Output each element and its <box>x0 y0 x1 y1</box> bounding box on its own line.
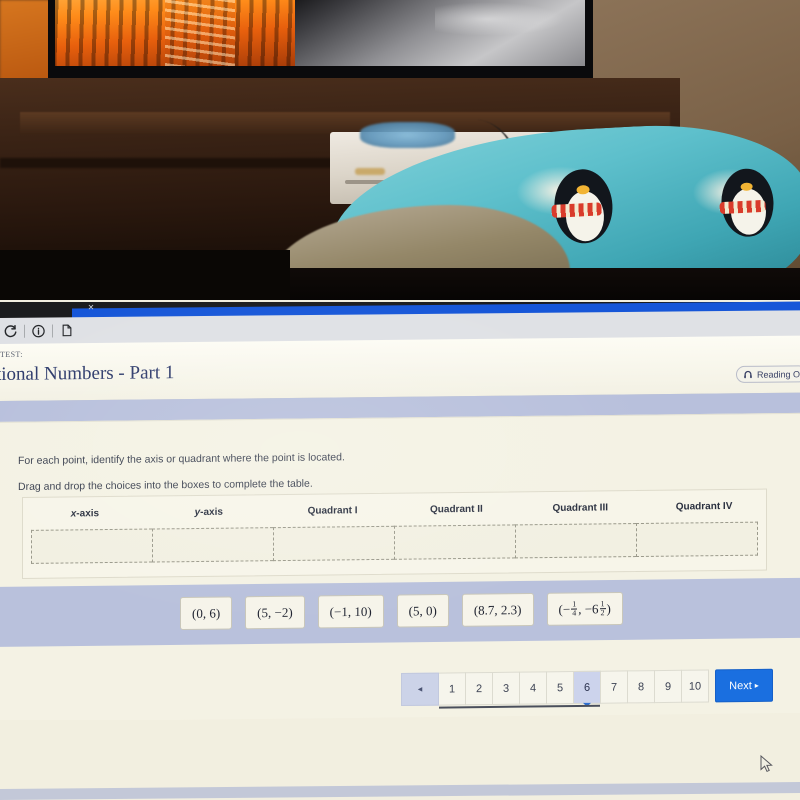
classification-table: x-axis y-axis Quadrant I Quadrant II Quadran… <box>22 488 767 579</box>
pagination-page-1[interactable]: 1 <box>439 672 466 706</box>
pagination-page-3[interactable]: 3 <box>493 671 520 705</box>
table-column-header: y-axis <box>194 506 223 518</box>
tv-screen <box>55 0 585 66</box>
table-dropzone[interactable] <box>515 523 636 559</box>
close-icon[interactable]: ✕ <box>86 303 96 313</box>
pagination-page-5[interactable]: 5 <box>547 671 574 705</box>
table-dropzone[interactable] <box>152 527 273 563</box>
photo-left-shadow <box>0 250 290 300</box>
chevron-right-icon: ▸ <box>754 680 759 690</box>
choice-chip[interactable]: (8.7, 2.3) <box>461 592 534 627</box>
choice-chip[interactable]: (5, −2) <box>245 595 305 630</box>
choice-chip[interactable]: (0, 6) <box>180 596 233 630</box>
mouse-pointer <box>760 754 774 773</box>
table-dropzone[interactable] <box>394 524 515 560</box>
table-column-header: Quadrant III <box>552 501 608 514</box>
pagination: ◂ 1 2 3 4 5 6 7 8 9 10 Next ▸ <box>401 668 773 709</box>
page-icon[interactable] <box>58 322 75 339</box>
pagination-page-7[interactable]: 7 <box>601 670 628 704</box>
pagination-page-2[interactable]: 2 <box>466 671 493 706</box>
info-icon[interactable] <box>30 322 47 339</box>
pagination-page-4[interactable]: 4 <box>520 671 547 705</box>
table-dropzone[interactable] <box>273 525 394 562</box>
table-column-header: x-axis <box>70 507 100 519</box>
table-column-header: Quadrant II <box>430 503 483 515</box>
room-photo <box>0 0 800 300</box>
table-column-header: Quadrant IV <box>675 500 733 513</box>
browser-toolbar-icons <box>2 319 75 342</box>
reading-toggle-button[interactable]: Reading O <box>736 365 800 383</box>
headphone-icon <box>743 369 753 379</box>
table-dropzone[interactable] <box>636 521 758 558</box>
screenshot-root: ✕ TEST: tional Numbers - Part 1 Reading … <box>0 0 800 800</box>
tv-grey-scene <box>295 0 585 66</box>
pagination-prev-button[interactable]: ◂ <box>401 672 439 706</box>
reading-toggle-label: Reading O <box>757 368 800 380</box>
toolbar-separator <box>24 324 25 338</box>
console-detail <box>355 168 385 175</box>
table-dropzone[interactable] <box>31 528 152 564</box>
table-column-header: Quadrant I <box>307 504 358 517</box>
reload-icon[interactable] <box>2 322 19 339</box>
penguin-scarf <box>719 199 766 215</box>
choice-chip[interactable]: (−1, 10) <box>317 594 384 629</box>
test-label: TEST: <box>0 349 23 359</box>
pagination-page-10[interactable]: 10 <box>682 669 709 703</box>
page-title: tional Numbers - Part 1 <box>0 362 175 385</box>
penguin-scarf <box>551 202 602 218</box>
table-dropzone-row <box>23 521 766 572</box>
game-controller <box>360 122 455 148</box>
choice-chip[interactable]: (5, 0) <box>396 593 449 628</box>
tv-fire-scene <box>55 0 295 66</box>
laptop-screen: ✕ TEST: tional Numbers - Part 1 Reading … <box>0 300 800 800</box>
next-button-label: Next <box>729 679 752 692</box>
pagination-page-8[interactable]: 8 <box>628 670 655 704</box>
choice-chip[interactable]: (− 1 4, −6 1 2) <box>546 591 623 626</box>
pagination-page-6[interactable]: 6 <box>574 670 601 705</box>
next-button[interactable]: Next ▸ <box>715 668 773 703</box>
pagination-page-9[interactable]: 9 <box>655 669 682 704</box>
toolbar-separator <box>52 324 53 338</box>
choice-chip-list: (0, 6) (5, −2) (−1, 10) (5, 0) (8.7, 2.3) (− 1… <box>180 591 623 630</box>
